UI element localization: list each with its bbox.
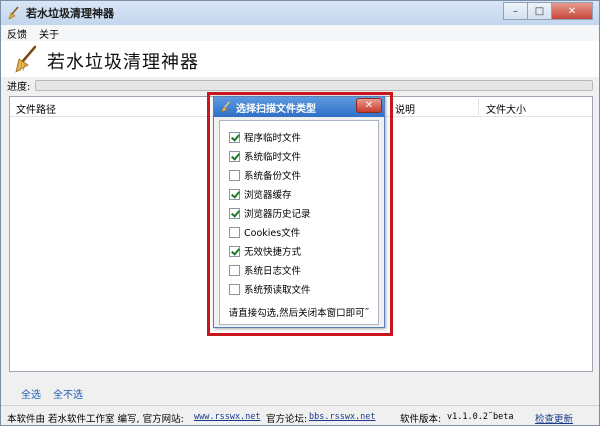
dialog-close-button[interactable]: ✕ <box>356 98 382 113</box>
menu-bar: 反馈 关于 <box>1 25 599 41</box>
menu-feedback[interactable]: 反馈 <box>1 26 33 41</box>
option-browser-cache[interactable]: 浏览器缓存 <box>229 187 292 201</box>
app-name-heading: 若水垃圾清理神器 <box>47 52 199 73</box>
option-label: 浏览器历史记录 <box>244 209 311 220</box>
option-cookies[interactable]: Cookies文件 <box>229 225 300 239</box>
selection-row: 全选 全不选 <box>1 377 599 403</box>
option-label: 系统日志文件 <box>244 266 302 277</box>
option-prefetch-files[interactable]: 系统预读取文件 <box>229 282 311 296</box>
status-bar: 本软件由 若水软件工作室 编写, 官方网站: www.rsswx.net 官方论… <box>1 405 599 425</box>
maximize-button[interactable]: □ <box>527 2 551 20</box>
option-label: 系统预读取文件 <box>244 285 311 296</box>
title-bar[interactable]: 若水垃圾清理神器 – □ ✕ <box>1 1 599 25</box>
check-update-link[interactable]: 检查更新 <box>535 411 573 425</box>
forum-link[interactable]: bbs.rsswx.net <box>309 412 376 422</box>
checkbox[interactable] <box>229 131 240 143</box>
option-temp-program-files[interactable]: 程序临时文件 <box>229 130 301 144</box>
option-label: 无效快捷方式 <box>244 247 302 258</box>
checkbox[interactable] <box>229 283 240 295</box>
menu-about[interactable]: 关于 <box>33 26 65 41</box>
checkbox[interactable] <box>229 264 240 276</box>
checkbox[interactable] <box>229 150 240 162</box>
column-description[interactable]: 说明 <box>395 101 415 116</box>
app-header: 若水垃圾清理神器 <box>1 41 599 77</box>
column-divider[interactable] <box>478 99 479 115</box>
checkbox[interactable] <box>229 188 240 200</box>
dialog-title-bar[interactable]: 选择扫描文件类型 ✕ <box>214 97 384 117</box>
scan-type-dialog: 选择扫描文件类型 ✕ 程序临时文件 系统临时文件 系统备份文件 浏览器缓存 浏览… <box>213 96 385 328</box>
checkbox[interactable] <box>229 207 240 219</box>
author-text: 本软件由 若水软件工作室 编写, 官方网站: <box>7 414 184 425</box>
version-value: v1.1.0.2˜beta <box>447 412 514 422</box>
checkbox[interactable] <box>229 226 240 238</box>
dialog-options-panel: 程序临时文件 系统临时文件 系统备份文件 浏览器缓存 浏览器历史记录 Cooki… <box>219 120 379 325</box>
broom-icon <box>15 45 37 73</box>
select-all-link[interactable]: 全选 <box>21 386 41 401</box>
option-label: 程序临时文件 <box>244 133 302 144</box>
option-system-logs[interactable]: 系统日志文件 <box>229 263 301 277</box>
progress-bar <box>35 79 593 91</box>
broom-icon <box>221 101 230 113</box>
minimize-button[interactable]: – <box>503 2 527 20</box>
version-label: 软件版本: <box>400 414 442 425</box>
column-file-size[interactable]: 文件大小 <box>486 101 526 116</box>
dialog-title: 选择扫描文件类型 <box>236 103 316 115</box>
forum-label: 官方论坛: <box>266 414 308 425</box>
close-button[interactable]: ✕ <box>551 2 593 20</box>
option-temp-system-files[interactable]: 系统临时文件 <box>229 149 301 163</box>
option-invalid-shortcuts[interactable]: 无效快捷方式 <box>229 244 301 258</box>
progress-label: 进度: <box>7 81 31 93</box>
option-browser-history[interactable]: 浏览器历史记录 <box>229 206 311 220</box>
website-link[interactable]: www.rsswx.net <box>194 412 261 422</box>
progress-row: 进度: <box>1 77 599 93</box>
checkbox[interactable] <box>229 245 240 257</box>
option-label: 系统备份文件 <box>244 171 302 182</box>
option-label: 系统临时文件 <box>244 152 302 163</box>
option-system-backup-files[interactable]: 系统备份文件 <box>229 168 301 182</box>
broom-icon <box>8 6 19 20</box>
dialog-hint: 请直接勾选,然后关闭本窗口即可˜ <box>228 308 370 319</box>
select-none-link[interactable]: 全不选 <box>53 386 83 401</box>
window-title: 若水垃圾清理神器 <box>26 7 114 20</box>
column-file-path[interactable]: 文件路径 <box>16 101 56 116</box>
option-label: 浏览器缓存 <box>244 190 292 201</box>
checkbox[interactable] <box>229 169 240 181</box>
option-label: Cookies文件 <box>244 228 301 239</box>
